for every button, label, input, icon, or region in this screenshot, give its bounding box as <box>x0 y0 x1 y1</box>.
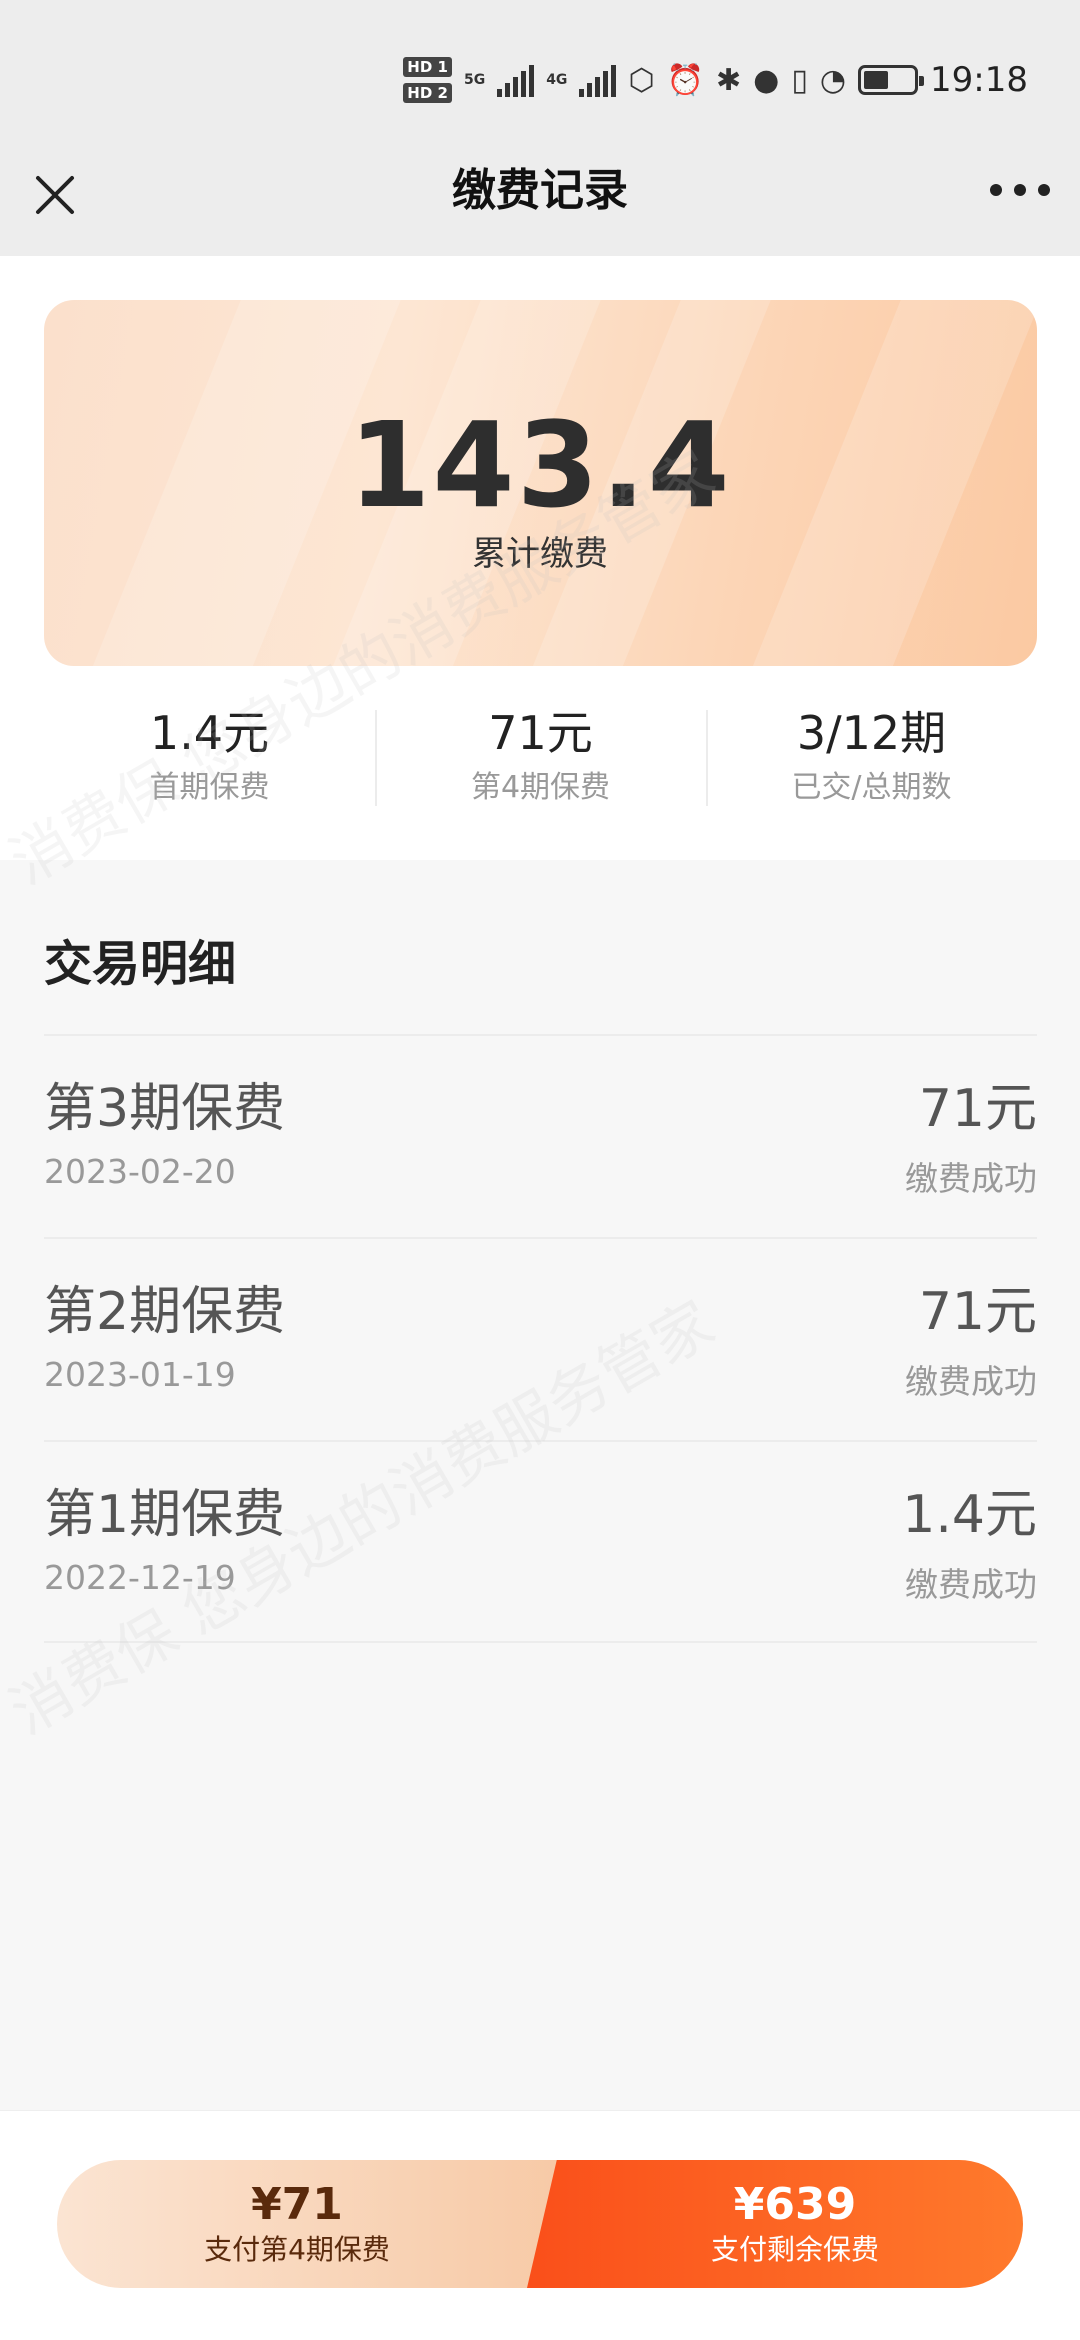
total-amount: 143.4 <box>348 396 732 534</box>
stat-label: 第4期保费 <box>470 770 611 805</box>
stat-value: 1.4元 <box>149 706 270 760</box>
stat-label: 首期保费 <box>149 770 270 805</box>
item-date: 2023-01-19 <box>44 1355 236 1394</box>
sim1-label: HD 1 <box>403 57 452 77</box>
pay-rest-label: 支付剩余保费 <box>710 2233 879 2266</box>
bluetooth-icon: ✱ <box>715 62 742 98</box>
stat-value: 71元 <box>488 706 593 760</box>
pay-next-label: 支付第4期保费 <box>204 2233 390 2266</box>
item-status: 缴费成功 <box>905 1362 1037 1401</box>
sim-indicator: HD 1 HD 2 <box>403 57 452 103</box>
battery-icon <box>858 65 925 95</box>
pay-next-period-button[interactable]: ¥71 支付第4期保费 <box>57 2160 577 2288</box>
item-status: 缴费成功 <box>905 1159 1037 1198</box>
net2-label: 4G <box>546 72 568 88</box>
nfc-icon: ⬡ <box>628 62 655 98</box>
net1-label: 5G <box>463 72 486 88</box>
section-title: 交易明细 <box>44 936 237 992</box>
status-time: 19:18 <box>930 60 1028 100</box>
transaction-list: 第3期保费 2023-02-20 71元 缴费成功 第2期保费 2023-01-… <box>44 1034 1037 1643</box>
stat-next-premium: 71元 第4期保费 <box>375 700 706 820</box>
item-date: 2023-02-20 <box>44 1152 236 1191</box>
item-title: 第3期保费 <box>44 1079 286 1139</box>
stat-first-premium: 1.4元 首期保费 <box>44 700 375 820</box>
item-amount: 1.4元 <box>902 1485 1037 1545</box>
alarm-icon: ⏰ <box>666 62 704 98</box>
page-title: 缴费记录 <box>452 165 628 216</box>
stat-periods: 3/12期 已交/总期数 <box>706 700 1037 820</box>
more-icon[interactable] <box>990 175 1050 205</box>
stats-row: 1.4元 首期保费 71元 第4期保费 3/12期 已交/总期数 <box>44 700 1037 820</box>
pay-button-group: ¥71 支付第4期保费 ¥639 支付剩余保费 <box>57 2160 1023 2288</box>
list-item[interactable]: 第3期保费 2023-02-20 71元 缴费成功 <box>44 1034 1037 1237</box>
speed-icon: ◔ <box>819 62 847 98</box>
signal-icon <box>497 63 535 97</box>
item-amount: 71元 <box>918 1079 1037 1139</box>
list-item[interactable]: 第2期保费 2023-01-19 71元 缴费成功 <box>44 1237 1037 1440</box>
signal-icon-2 <box>579 63 617 97</box>
stat-label: 已交/总期数 <box>791 770 952 805</box>
location-icon: ● <box>753 62 780 98</box>
pay-next-amount: ¥71 <box>251 2179 343 2230</box>
sim2-label: HD 2 <box>403 83 452 103</box>
total-label: 累计缴费 <box>472 534 608 574</box>
item-status: 缴费成功 <box>905 1565 1037 1604</box>
item-title: 第1期保费 <box>44 1485 286 1545</box>
pay-remaining-button[interactable]: ¥639 支付剩余保费 <box>527 2160 1023 2288</box>
item-date: 2022-12-19 <box>44 1558 236 1597</box>
stat-value: 3/12期 <box>796 706 947 760</box>
pay-rest-amount: ¥639 <box>733 2179 857 2230</box>
status-icons: HD 1 HD 2 5G 4G ⬡ ⏰ ✱ ● ▯ ◔ 19:18 <box>403 55 1028 105</box>
list-item[interactable]: 第1期保费 2022-12-19 1.4元 缴费成功 <box>44 1440 1037 1643</box>
vibrate-icon: ▯ <box>791 62 808 98</box>
item-title: 第2期保费 <box>44 1282 286 1342</box>
item-amount: 71元 <box>918 1282 1037 1342</box>
